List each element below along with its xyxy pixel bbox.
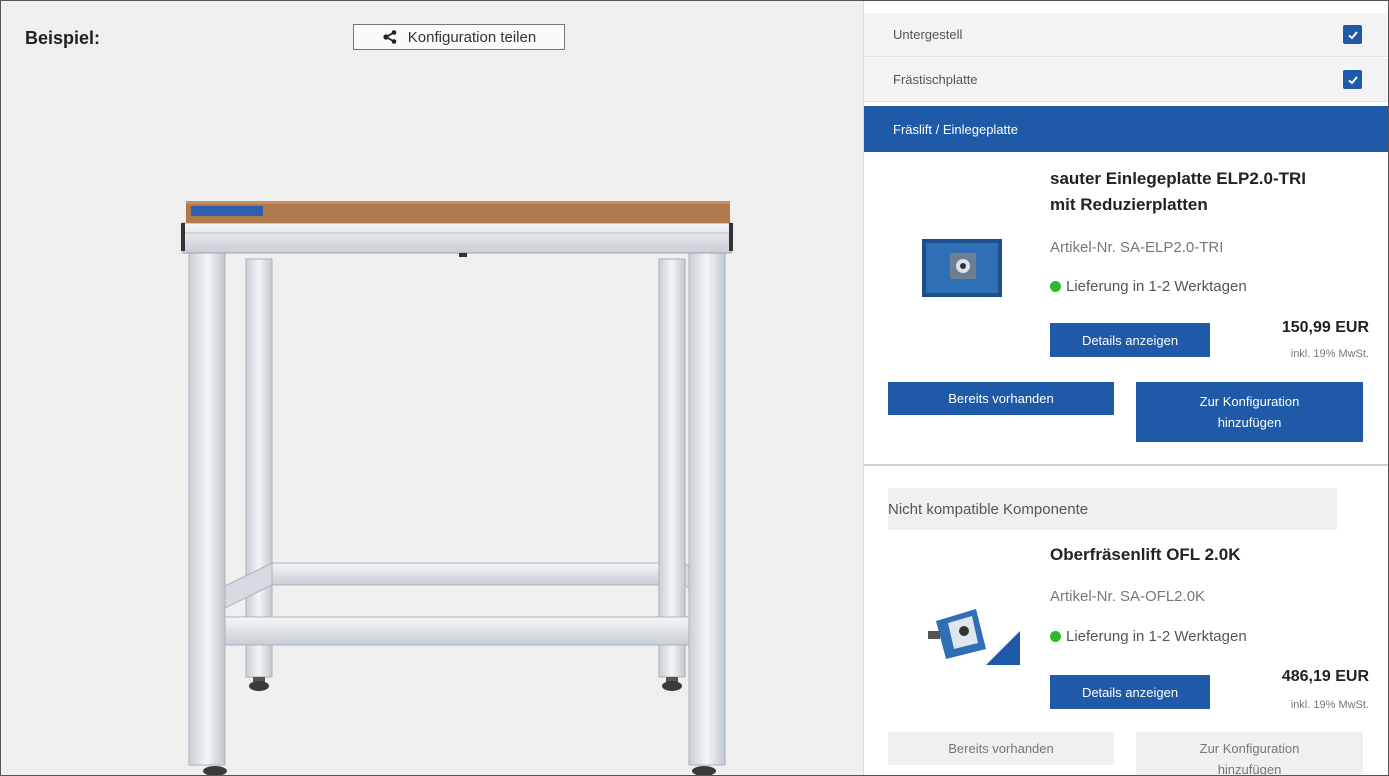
product-title: sauter Einlegeplatte ELP2.0-TRI xyxy=(1050,169,1307,188)
accordion-untergestell[interactable]: Untergestell xyxy=(864,13,1388,57)
already-owned-button[interactable]: Bereits vorhanden xyxy=(888,732,1114,765)
table-3d-preview[interactable] xyxy=(171,191,751,775)
add-label-line1: Zur Konfiguration xyxy=(1199,741,1300,756)
delivery-text: Lieferung in 1-2 Werktagen xyxy=(1066,278,1247,295)
incompatible-notice: Nicht kompatible Komponente xyxy=(888,488,1337,530)
vat-note: inkl. 19% MwSt. xyxy=(1290,348,1369,360)
product-card: sauter Einlegeplatte ELP2.0-TRI mit Redu… xyxy=(864,154,1388,466)
product-title-line2: mit Reduzierplatten xyxy=(1050,195,1208,214)
in-stock-icon xyxy=(1050,631,1061,642)
check-icon xyxy=(1347,30,1358,39)
share-configuration-label: Konfiguration teilen xyxy=(407,28,537,46)
product-price: 150,99 EUR xyxy=(1281,319,1369,336)
add-to-configuration-button[interactable]: Zur Konfiguration hinzufügen xyxy=(1136,732,1363,776)
preview-label: Beispiel: xyxy=(25,28,101,48)
in-stock-icon xyxy=(1050,281,1061,292)
share-configuration-button[interactable]: Konfiguration teilen xyxy=(353,24,565,50)
delivery-status: Lieferung in 1-2 Werktagen xyxy=(1050,278,1247,295)
add-label-line1: Zur Konfiguration xyxy=(1199,394,1300,409)
details-button[interactable]: Details anzeigen xyxy=(1050,323,1210,357)
checkbox-fraestischplatte[interactable] xyxy=(1343,70,1362,89)
accordion-label: Fräslift / Einlegeplatte xyxy=(893,121,1019,137)
share-icon xyxy=(383,30,397,44)
incompatible-text: Nicht kompatible Komponente xyxy=(888,500,1089,518)
accordion-label: Frästischplatte xyxy=(893,72,978,87)
check-icon xyxy=(1347,75,1358,84)
configurator: Beispiel: Konfiguration teilen Untergest… xyxy=(0,0,1389,776)
product-title: Oberfräsenlift OFL 2.0K xyxy=(1050,545,1241,564)
product-image xyxy=(922,239,1002,297)
product-image xyxy=(928,609,1020,665)
configuration-panel: Untergestell Frästischplatte Fräslift / … xyxy=(863,1,1388,776)
product-price: 486,19 EUR xyxy=(1281,668,1369,685)
accordion-label: Untergestell xyxy=(893,27,963,42)
checkbox-untergestell[interactable] xyxy=(1343,25,1362,44)
accordion-fraestischplatte[interactable]: Frästischplatte xyxy=(864,58,1388,102)
delivery-text: Lieferung in 1-2 Werktagen xyxy=(1066,628,1247,645)
details-button[interactable]: Details anzeigen xyxy=(1050,675,1210,709)
already-owned-button[interactable]: Bereits vorhanden xyxy=(888,382,1114,415)
preview-panel: Beispiel: Konfiguration teilen xyxy=(1,1,863,775)
accordion-fraeslift-einlegeplatte[interactable]: Fräslift / Einlegeplatte xyxy=(864,106,1388,152)
add-label-line2: hinzufügen xyxy=(1217,762,1282,776)
add-to-configuration-button[interactable]: Zur Konfiguration hinzufügen xyxy=(1136,382,1363,442)
product-sku: Artikel-Nr. SA-ELP2.0-TRI xyxy=(1050,239,1224,256)
product-sku: Artikel-Nr. SA-OFL2.0K xyxy=(1050,588,1206,605)
add-label-line2: hinzufügen xyxy=(1217,415,1282,430)
vat-note: inkl. 19% MwSt. xyxy=(1290,699,1369,711)
delivery-status: Lieferung in 1-2 Werktagen xyxy=(1050,628,1247,645)
